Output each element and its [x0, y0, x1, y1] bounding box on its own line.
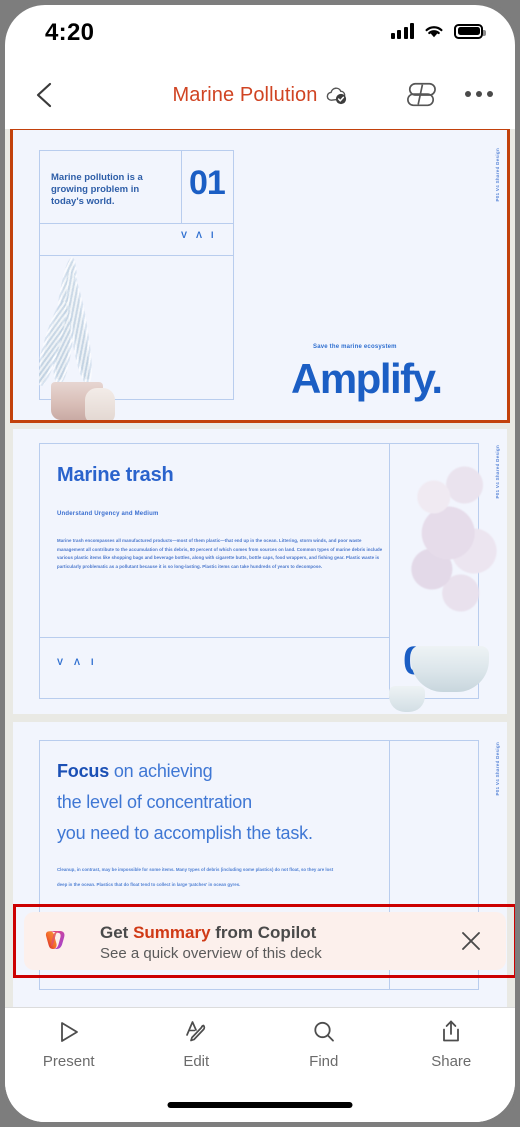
glyph-up: Λ [196, 230, 203, 240]
page-title: Marine Pollution [172, 83, 318, 106]
slide1-coral-photo [39, 256, 129, 420]
phone-frame: 4:20 Marine Pollution Marine pollution i… [5, 5, 515, 1122]
bottom-tab-bar: Present Edit Find Share [5, 1007, 515, 1122]
slide2-glyph-row: V Λ I [57, 657, 94, 667]
slide-list[interactable]: Marine pollution is a growing problem in… [5, 129, 515, 1012]
search-icon [314, 1021, 334, 1042]
document-title-group[interactable]: Marine Pollution [5, 61, 515, 129]
cloud-check-icon [324, 85, 348, 105]
status-time: 4:20 [45, 19, 95, 46]
copilot-banner-selection-outline [13, 904, 515, 978]
status-bar: 4:20 [5, 5, 515, 61]
slide3-heading: Focus on achieving the level of concentr… [57, 756, 387, 849]
wifi-icon [425, 26, 443, 38]
slide3-heading-line3: you need to accomplish the task. [57, 823, 313, 843]
tab-edit-label: Edit [183, 1053, 210, 1070]
tab-present[interactable]: Present [5, 1018, 133, 1070]
slide2-coral-photo [387, 464, 507, 714]
glyph-bar: I [91, 657, 94, 667]
signal-bars-icon [390, 23, 414, 39]
more-options-button[interactable] [465, 91, 493, 97]
slide3-body-text: Cleanup, in contrast, may be impossible … [57, 867, 334, 887]
slide1-number: 01 [189, 164, 226, 202]
slide3-heading-line2: the level of concentration [57, 792, 252, 812]
slide2-body-text: Marine trash encompasses all manufacture… [57, 538, 383, 569]
slide3-side-tag: P01 V4 Shared Design [495, 742, 500, 796]
tab-present-label: Present [42, 1053, 95, 1070]
tab-share[interactable]: Share [388, 1018, 516, 1070]
slide3-heading-bold: Focus [57, 761, 110, 781]
glyph-down: V [57, 657, 64, 667]
slide2-divider-horizontal [39, 637, 389, 638]
pen-edit-icon [186, 1021, 206, 1042]
glyph-bar: I [211, 230, 214, 240]
slide2-side-tag: P01 V4 Shared Design [495, 445, 500, 499]
slide2-subtitle: Understand Urgency and Medium [57, 511, 159, 517]
slide1-side-tag: P01 V4 Shared Design [495, 148, 500, 202]
designer-panes-icon[interactable] [405, 80, 437, 110]
tab-share-label: Share [431, 1053, 472, 1070]
tab-find[interactable]: Find [260, 1018, 388, 1070]
slide-thumbnail-2[interactable]: Marine trash Understand Urgency and Medi… [13, 429, 507, 714]
slide1-wordmark: Amplify. [291, 355, 443, 402]
navigation-bar: Marine Pollution [5, 61, 515, 129]
battery-icon [454, 23, 486, 39]
glyph-up: Λ [74, 657, 81, 667]
slide-thumbnail-1[interactable]: Marine pollution is a growing problem in… [13, 130, 507, 420]
slide2-title: Marine trash [57, 464, 174, 486]
slide1-divider-h1 [39, 223, 234, 224]
slide1-small-vase [85, 388, 115, 420]
tab-edit[interactable]: Edit [133, 1018, 261, 1070]
tab-find-label: Find [309, 1053, 339, 1070]
home-indicator [167, 1102, 353, 1108]
share-upload-icon [443, 1020, 460, 1042]
slide1-divider-vertical [181, 150, 182, 223]
slide1-glyph-row: V Λ I [181, 230, 214, 240]
slide3-heading-line1-rest: on achieving [109, 761, 213, 781]
slide1-heading: Marine pollution is a growing problem in… [51, 172, 143, 207]
glyph-down: V [181, 230, 188, 240]
play-triangle-icon [60, 1022, 78, 1042]
slide1-tagline: Save the marine ecosystem [313, 344, 397, 350]
